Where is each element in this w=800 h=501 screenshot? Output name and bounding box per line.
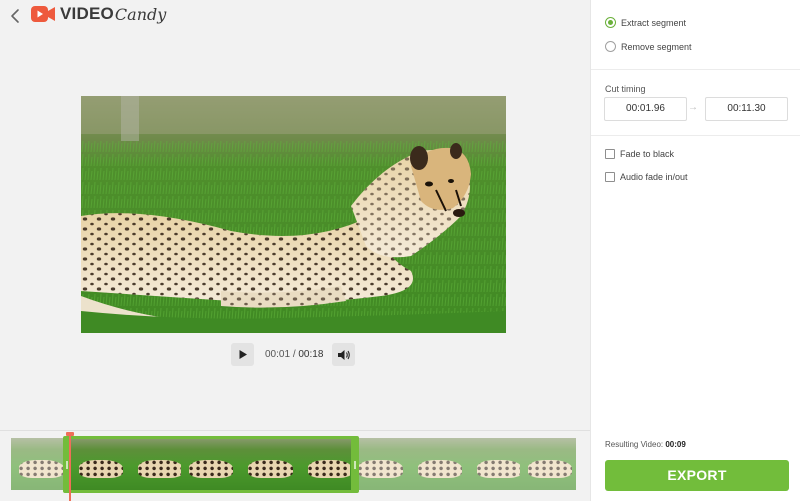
frame-cheetah xyxy=(527,460,572,478)
timeline-frame xyxy=(519,438,576,490)
volume-button[interactable] xyxy=(332,343,355,366)
time-separator: / xyxy=(292,349,296,360)
playhead[interactable] xyxy=(69,432,71,501)
fade-to-black-checkbox[interactable] xyxy=(605,149,615,159)
logo-text-video: VIDEO xyxy=(60,4,114,23)
resulting-video: Resulting Video: 00:09 xyxy=(605,440,686,449)
panel-divider xyxy=(591,135,800,136)
extract-segment-radio[interactable] xyxy=(605,17,616,28)
video-duration: 00:18 xyxy=(298,349,324,360)
timeline-frame xyxy=(463,438,521,490)
playback-time: 00:01 / 00:18 xyxy=(265,349,323,360)
volume-icon xyxy=(337,349,350,360)
audio-fade-option[interactable]: Audio fade in/out xyxy=(605,172,688,182)
cut-start-input[interactable]: 00:01.96 xyxy=(604,97,687,121)
current-time: 00:01 xyxy=(265,349,291,360)
video-preview[interactable] xyxy=(81,96,506,333)
resulting-video-label: Resulting Video: xyxy=(605,440,664,449)
selection-right-handle[interactable] xyxy=(354,461,356,469)
timeline-frame xyxy=(406,438,464,490)
frame-cheetah xyxy=(417,460,462,478)
remove-segment-label: Remove segment xyxy=(621,41,692,52)
timeline-frame xyxy=(11,438,69,490)
play-icon xyxy=(239,350,247,359)
frame-cheetah xyxy=(19,460,64,478)
camera-logo-icon xyxy=(31,6,55,22)
extract-segment-option[interactable]: Extract segment xyxy=(605,17,686,28)
panel-divider xyxy=(591,69,800,70)
remove-segment-radio[interactable] xyxy=(605,41,616,52)
fade-to-black-label: Fade to black xyxy=(620,149,675,159)
settings-panel: Extract segment Remove segment Cut timin… xyxy=(590,0,800,501)
segment-selection[interactable] xyxy=(63,436,359,493)
audio-fade-checkbox[interactable] xyxy=(605,172,615,182)
videocandy-logo[interactable]: VIDEO Candy xyxy=(31,4,166,24)
resulting-video-duration: 00:09 xyxy=(665,440,686,449)
cut-end-input[interactable]: 00:11.30 xyxy=(705,97,788,121)
remove-segment-option[interactable]: Remove segment xyxy=(605,41,692,52)
cut-arrow-icon: → xyxy=(688,102,698,113)
extract-segment-label: Extract segment xyxy=(621,17,687,28)
logo-text-candy: Candy xyxy=(114,4,167,24)
frame-cheetah xyxy=(477,460,520,478)
play-button[interactable] xyxy=(231,343,254,366)
back-arrow-icon[interactable] xyxy=(8,7,24,25)
selection-left-handle[interactable] xyxy=(66,461,68,469)
audio-fade-label: Audio fade in/out xyxy=(620,172,688,182)
frame-cheetah xyxy=(358,460,403,478)
cut-timing-title: Cut timing xyxy=(605,84,646,94)
fade-to-black-option[interactable]: Fade to black xyxy=(605,149,674,159)
export-button[interactable]: EXPORT xyxy=(605,460,789,491)
